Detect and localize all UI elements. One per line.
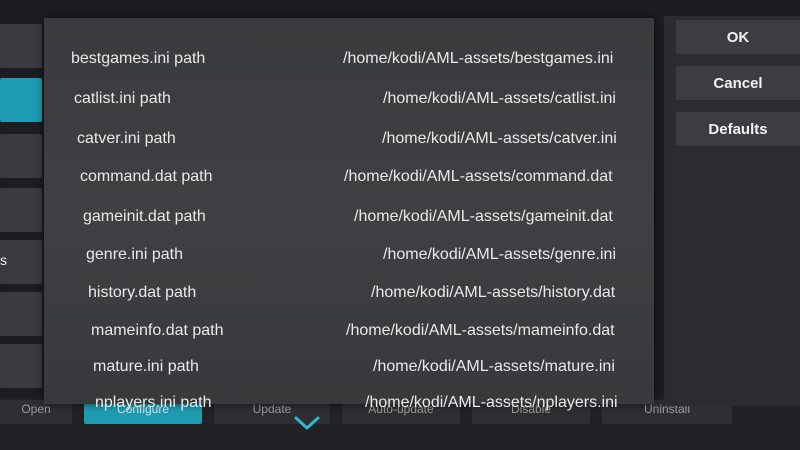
settings-row-nplayers[interactable]: nplayers.ini path /home/kodi/AML-assets/… [95, 388, 684, 418]
settings-row-mameinfo[interactable]: mameinfo.dat path /home/kodi/AML-assets/… [91, 316, 684, 346]
setting-value: /home/kodi/AML-assets/catlist.ini [383, 90, 616, 107]
cancel-button[interactable]: Cancel [676, 66, 800, 100]
setting-name: bestgames.ini path [71, 50, 206, 67]
background-tile [0, 188, 42, 232]
settings-row-gameinit[interactable]: gameinit.dat path /home/kodi/AML-assets/… [83, 202, 684, 232]
setting-value: /home/kodi/AML-assets/genre.ini [383, 246, 616, 263]
background-tile-label: s [0, 252, 7, 268]
settings-row-catver[interactable]: catver.ini path /home/kodi/AML-assets/ca… [77, 124, 684, 154]
background-tile [0, 344, 42, 388]
setting-name: history.dat path [88, 284, 197, 301]
setting-value: /home/kodi/AML-assets/bestgames.ini [343, 50, 614, 67]
setting-name: catver.ini path [77, 130, 176, 147]
settings-row-history[interactable]: history.dat path /home/kodi/AML-assets/h… [88, 278, 684, 308]
background-tile [0, 134, 42, 178]
setting-value: /home/kodi/AML-assets/mameinfo.dat [346, 322, 615, 339]
settings-row-genre[interactable]: genre.ini path /home/kodi/AML-assets/gen… [86, 240, 684, 270]
settings-row-catlist[interactable]: catlist.ini path /home/kodi/AML-assets/c… [74, 84, 684, 114]
setting-value: /home/kodi/AML-assets/history.dat [371, 284, 616, 301]
background-tile-active [0, 78, 42, 122]
settings-row-command[interactable]: command.dat path /home/kodi/AML-assets/c… [80, 162, 684, 192]
background-tile [0, 24, 42, 68]
setting-name: catlist.ini path [74, 90, 171, 107]
settings-row-mature[interactable]: mature.ini path /home/kodi/AML-assets/ma… [93, 352, 684, 382]
setting-name: nplayers.ini path [95, 394, 212, 411]
background-tile [0, 292, 42, 336]
setting-name: gameinit.dat path [83, 208, 206, 225]
setting-name: command.dat path [80, 168, 213, 185]
defaults-button[interactable]: Defaults [676, 112, 800, 146]
setting-value: /home/kodi/AML-assets/mature.ini [373, 358, 615, 375]
settings-row-bestgames[interactable]: bestgames.ini path /home/kodi/AML-assets… [71, 44, 684, 74]
setting-value: /home/kodi/AML-assets/command.dat [344, 168, 613, 185]
setting-name: mature.ini path [93, 358, 199, 375]
setting-value: /home/kodi/AML-assets/nplayers.ini [365, 394, 618, 411]
settings-dialog: bestgames.ini path /home/kodi/AML-assets… [44, 18, 654, 411]
setting-name: mameinfo.dat path [91, 322, 224, 339]
setting-value: /home/kodi/AML-assets/gameinit.dat [354, 208, 613, 225]
setting-value: /home/kodi/AML-assets/catver.ini [382, 130, 617, 147]
ok-button[interactable]: OK [676, 20, 800, 54]
setting-name: genre.ini path [86, 246, 183, 263]
